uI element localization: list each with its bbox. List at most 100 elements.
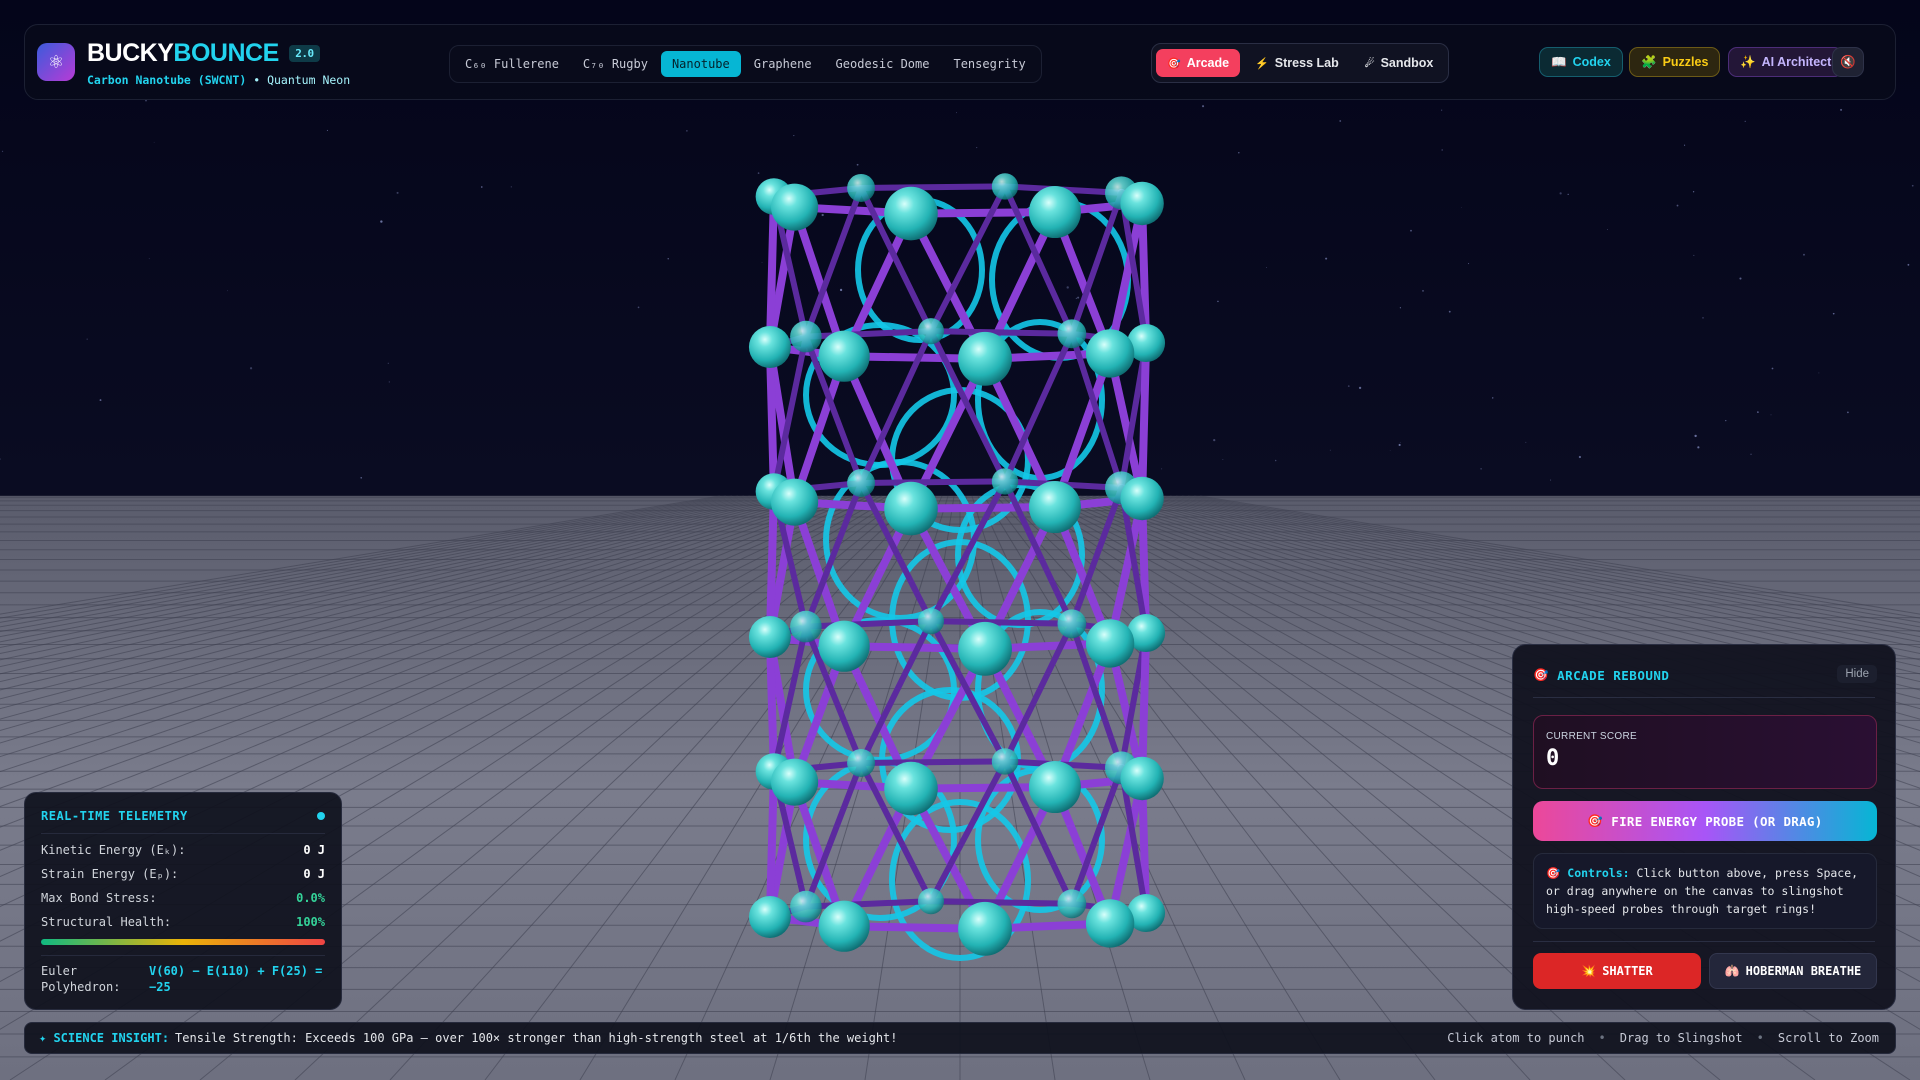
status-bar: ✦ SCIENCE INSIGHT: Tensile Strength: Exce… xyxy=(24,1022,1896,1054)
euler-value: V(60) − E(110) + F(25) = −25 xyxy=(149,964,323,994)
star xyxy=(686,130,688,132)
star xyxy=(1202,105,1205,108)
star xyxy=(1468,263,1470,265)
puzzles-button[interactable]: 🧩 Puzzles xyxy=(1629,47,1721,77)
carbon-atom xyxy=(1057,889,1087,919)
tab-geodesic-dome[interactable]: Geodesic Dome xyxy=(825,51,941,77)
star xyxy=(1725,419,1727,422)
carbon-atom xyxy=(847,748,876,777)
star xyxy=(1399,307,1401,309)
star xyxy=(793,135,795,137)
score-value: 0 xyxy=(1546,746,1560,771)
book-icon: 📖 xyxy=(1551,54,1567,69)
interaction-hints: Click atom to punch • Drag to Slingshot • Sc… xyxy=(1447,1031,1879,1045)
star xyxy=(667,257,669,260)
star xyxy=(1846,411,1849,414)
bond xyxy=(1138,629,1151,783)
live-indicator xyxy=(317,812,325,820)
bond xyxy=(765,192,778,351)
structural-health-row: Structural Health: 100% xyxy=(41,915,325,929)
bond xyxy=(765,487,778,641)
structural-health-bar xyxy=(41,939,325,945)
carbon-atom xyxy=(1085,329,1135,378)
comet-icon: ☄ xyxy=(1364,57,1375,70)
star xyxy=(1441,149,1443,151)
max-bond-stress-value: 0.0% xyxy=(296,891,325,905)
mode-label: Sandbox xyxy=(1380,56,1434,70)
tab-nanotube[interactable]: Nanotube xyxy=(660,51,741,77)
mode-label: Arcade xyxy=(1186,56,1230,70)
kinetic-energy-label: Kinetic Energy (Eₖ): xyxy=(41,843,186,857)
science-insight-tag: ✦ SCIENCE INSIGHT: xyxy=(39,1031,170,1045)
star xyxy=(1744,120,1746,123)
structure-tabs: C₆₀ Fullerene C₇₀ Rugby Nanotube Graphene Ge… xyxy=(449,45,1042,83)
carbon-atom xyxy=(790,610,822,643)
mode-stress-lab-button[interactable]: ⚡ Stress Lab xyxy=(1244,49,1350,77)
bond xyxy=(858,478,1009,486)
lungs-icon: 🫁 xyxy=(1724,964,1740,978)
ai-architect-button[interactable]: ✨ AI Architect xyxy=(1728,47,1844,77)
star xyxy=(1693,254,1695,256)
arcade-title-text: ARCADE REBOUND xyxy=(1557,667,1670,683)
star xyxy=(1461,207,1462,208)
brand-part-1: BUCKY xyxy=(87,39,174,67)
carbon-atom xyxy=(1120,756,1164,801)
star xyxy=(1329,449,1331,451)
star xyxy=(153,141,155,143)
tab-graphene[interactable]: Graphene xyxy=(743,51,823,77)
sparkle-icon: ✨ xyxy=(1740,54,1756,69)
lightning-icon: ⚡ xyxy=(1255,57,1269,70)
carbon-atom xyxy=(884,761,938,816)
carbon-atom xyxy=(1028,186,1081,239)
fire-probe-button[interactable]: 🎯 FIRE ENERGY PROBE (OR DRAG) xyxy=(1533,801,1877,841)
arcade-panel: 🎯 ARCADE REBOUND Hide CURRENT SCORE 0 🎯 … xyxy=(1512,644,1896,1010)
star xyxy=(1358,386,1362,390)
carbon-atom xyxy=(847,173,876,202)
hide-button[interactable]: Hide xyxy=(1837,665,1877,683)
tab-c-rugby[interactable]: C₇₀ Rugby xyxy=(572,51,659,77)
hint-item: Click atom to punch xyxy=(1447,1031,1585,1045)
carbon-atom xyxy=(771,478,819,526)
mode-sandbox-button[interactable]: ☄ Sandbox xyxy=(1354,49,1445,77)
shatter-button[interactable]: 💥 SHATTER xyxy=(1533,953,1701,989)
star xyxy=(956,112,957,114)
star xyxy=(86,338,88,340)
carbon-atom xyxy=(958,901,1012,956)
carbon-atom xyxy=(991,468,1019,495)
star xyxy=(1702,317,1704,319)
atom-icon[interactable]: ⚛ xyxy=(37,43,75,81)
star xyxy=(1832,312,1835,315)
bond xyxy=(1138,339,1151,503)
star xyxy=(1441,109,1443,111)
max-bond-stress-row: Max Bond Stress: 0.0% xyxy=(41,891,325,905)
star xyxy=(856,163,859,166)
star xyxy=(1692,191,1695,193)
star xyxy=(976,147,978,149)
tab-tensegrity[interactable]: Tensegrity xyxy=(942,51,1036,77)
star xyxy=(1525,441,1527,443)
controls-help: 🎯 Controls: Click button above, press Sp… xyxy=(1533,853,1877,929)
star xyxy=(1422,289,1424,292)
carbon-atom xyxy=(818,330,870,382)
carbon-atom xyxy=(847,468,876,497)
star xyxy=(1077,296,1080,299)
star xyxy=(1480,468,1482,470)
mode-arcade-button[interactable]: 🎯 Arcade xyxy=(1156,49,1241,77)
star xyxy=(1398,443,1401,447)
mute-icon: 🔇 xyxy=(1840,54,1856,69)
star xyxy=(1683,144,1686,146)
star xyxy=(1559,192,1562,195)
codex-button[interactable]: 📖 Codex xyxy=(1539,47,1623,77)
tab-c-fullerene[interactable]: C₆₀ Fullerene xyxy=(454,51,570,77)
mute-button[interactable]: 🔇 xyxy=(1832,47,1864,77)
star xyxy=(396,191,399,194)
carbon-atom xyxy=(1085,899,1135,948)
puzzles-label: Puzzles xyxy=(1662,55,1709,69)
strain-energy-row: Strain Energy (Eₚ): 0 J xyxy=(41,867,325,881)
theme-name: Quantum Neon xyxy=(267,73,351,87)
hoberman-breathe-button[interactable]: 🫁 HOBERMAN BREATHE xyxy=(1709,953,1877,989)
carbon-atom xyxy=(884,481,938,536)
target-icon: 🎯 xyxy=(1587,813,1604,828)
star xyxy=(1676,204,1679,207)
carbon-atom xyxy=(748,615,791,658)
